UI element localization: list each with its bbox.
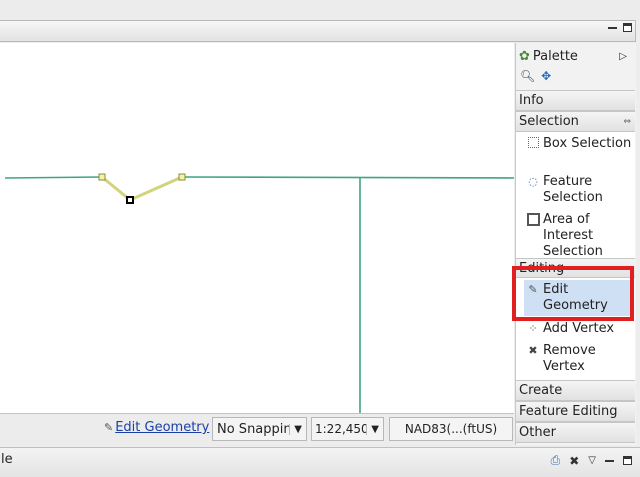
bottom-controls: ⎙ ✖ ▽ [551,453,632,468]
tool-label: Area of Interest Selection [543,212,603,258]
pan-icon[interactable]: ✥ [541,69,551,83]
bottom-tab-label[interactable]: le [1,452,13,467]
maximize-icon[interactable] [623,23,632,32]
palette-panel: ✿ Palette ▷ 🔍︎ ✥ Info Selection ⇔ Box Se… [515,43,636,445]
drawer-info[interactable]: Info [516,90,635,111]
drawer-other[interactable]: Other [516,422,635,443]
view-menu-icon[interactable]: ▽ [588,455,596,466]
drawer-layout-icon[interactable]: ⇔ [623,117,631,127]
current-tool-status[interactable]: ✎ Edit Geometry [104,420,209,435]
tool-add-vertex[interactable]: ⁘ Add Vertex [526,321,634,337]
scale-value: 1:22,450 [315,422,367,436]
bottom-panel-bar: le ⎙ ✖ ▽ [0,447,640,477]
map-svg [4,173,515,413]
map-canvas[interactable] [0,43,515,413]
palette-icon: ✿ [519,48,530,64]
edit-geometry-icon: ✎ [104,421,114,434]
vertex-handle[interactable] [178,173,186,181]
edited-geometry-segment [101,175,183,202]
minimize-icon[interactable] [608,23,617,32]
current-tool-link[interactable]: Edit Geometry [115,420,209,435]
map-status-bar: ✎ Edit Geometry No Snappin ▼ 1:22,450 ▼ … [0,413,514,446]
tool-feature-selection[interactable]: ◌ Feature Selection [526,174,634,206]
crs-display[interactable]: NAD83(...(ftUS) [389,417,513,441]
snapping-value: No Snappin [217,421,290,437]
highlight-box [512,266,634,321]
lasso-icon: ◌ [528,175,538,188]
add-vertex-icon: ⁘ [528,322,538,335]
maximize-icon[interactable] [623,456,632,465]
road-line-horizontal-2 [181,176,515,179]
crs-value: NAD83(...(ftUS) [404,422,498,436]
drawer-selection-label: Selection [519,114,579,129]
palette-expand-icon[interactable]: ▷ [619,51,627,62]
drawer-info-label: Info [519,93,544,108]
export-icon[interactable]: ⎙ [551,453,561,468]
chevron-down-icon[interactable]: ▼ [366,423,383,435]
drawer-create[interactable]: Create [516,380,635,401]
view-controls [608,23,632,32]
close-icon[interactable]: ✖ [569,454,579,468]
drawer-label: Feature Editing [519,404,618,419]
palette-toolbar: 🔍︎ ✥ [520,69,551,83]
tool-label: Add Vertex [543,321,615,336]
road-line-horizontal [4,176,103,179]
drawer-label: Create [519,383,563,398]
box-select-icon [526,137,540,151]
vertex-handle[interactable] [98,173,106,181]
view-title-bar [0,20,636,42]
drawer-selection[interactable]: Selection ⇔ [516,111,635,132]
aoi-icon [526,213,540,227]
selection-tools: Box Selection ◌ Feature Selection Area o… [516,132,635,258]
zoom-icon[interactable]: 🔍︎ [520,69,535,83]
top-strip [0,0,640,20]
drawer-label: Other [519,425,556,440]
tool-box-selection[interactable]: Box Selection [526,136,634,152]
tool-label: Box Selection [543,136,632,151]
tool-label: Remove Vertex [543,343,596,374]
tool-aoi-selection[interactable]: Area of Interest Selection [526,212,634,258]
drawer-feature-editing[interactable]: Feature Editing [516,401,635,422]
snapping-select[interactable]: No Snappin ▼ [212,417,307,441]
vertex-handle-selected[interactable] [126,196,134,204]
palette-header[interactable]: ✿ Palette ▷ [516,45,635,67]
remove-vertex-icon: ✖ [528,344,538,357]
minimize-icon[interactable] [605,456,614,465]
tool-label: Feature Selection [543,174,603,205]
palette-title: Palette [532,48,578,64]
chevron-down-icon[interactable]: ▼ [289,423,306,435]
scale-select[interactable]: 1:22,450 ▼ [311,417,384,441]
tool-remove-vertex[interactable]: ✖ Remove Vertex [526,343,634,375]
